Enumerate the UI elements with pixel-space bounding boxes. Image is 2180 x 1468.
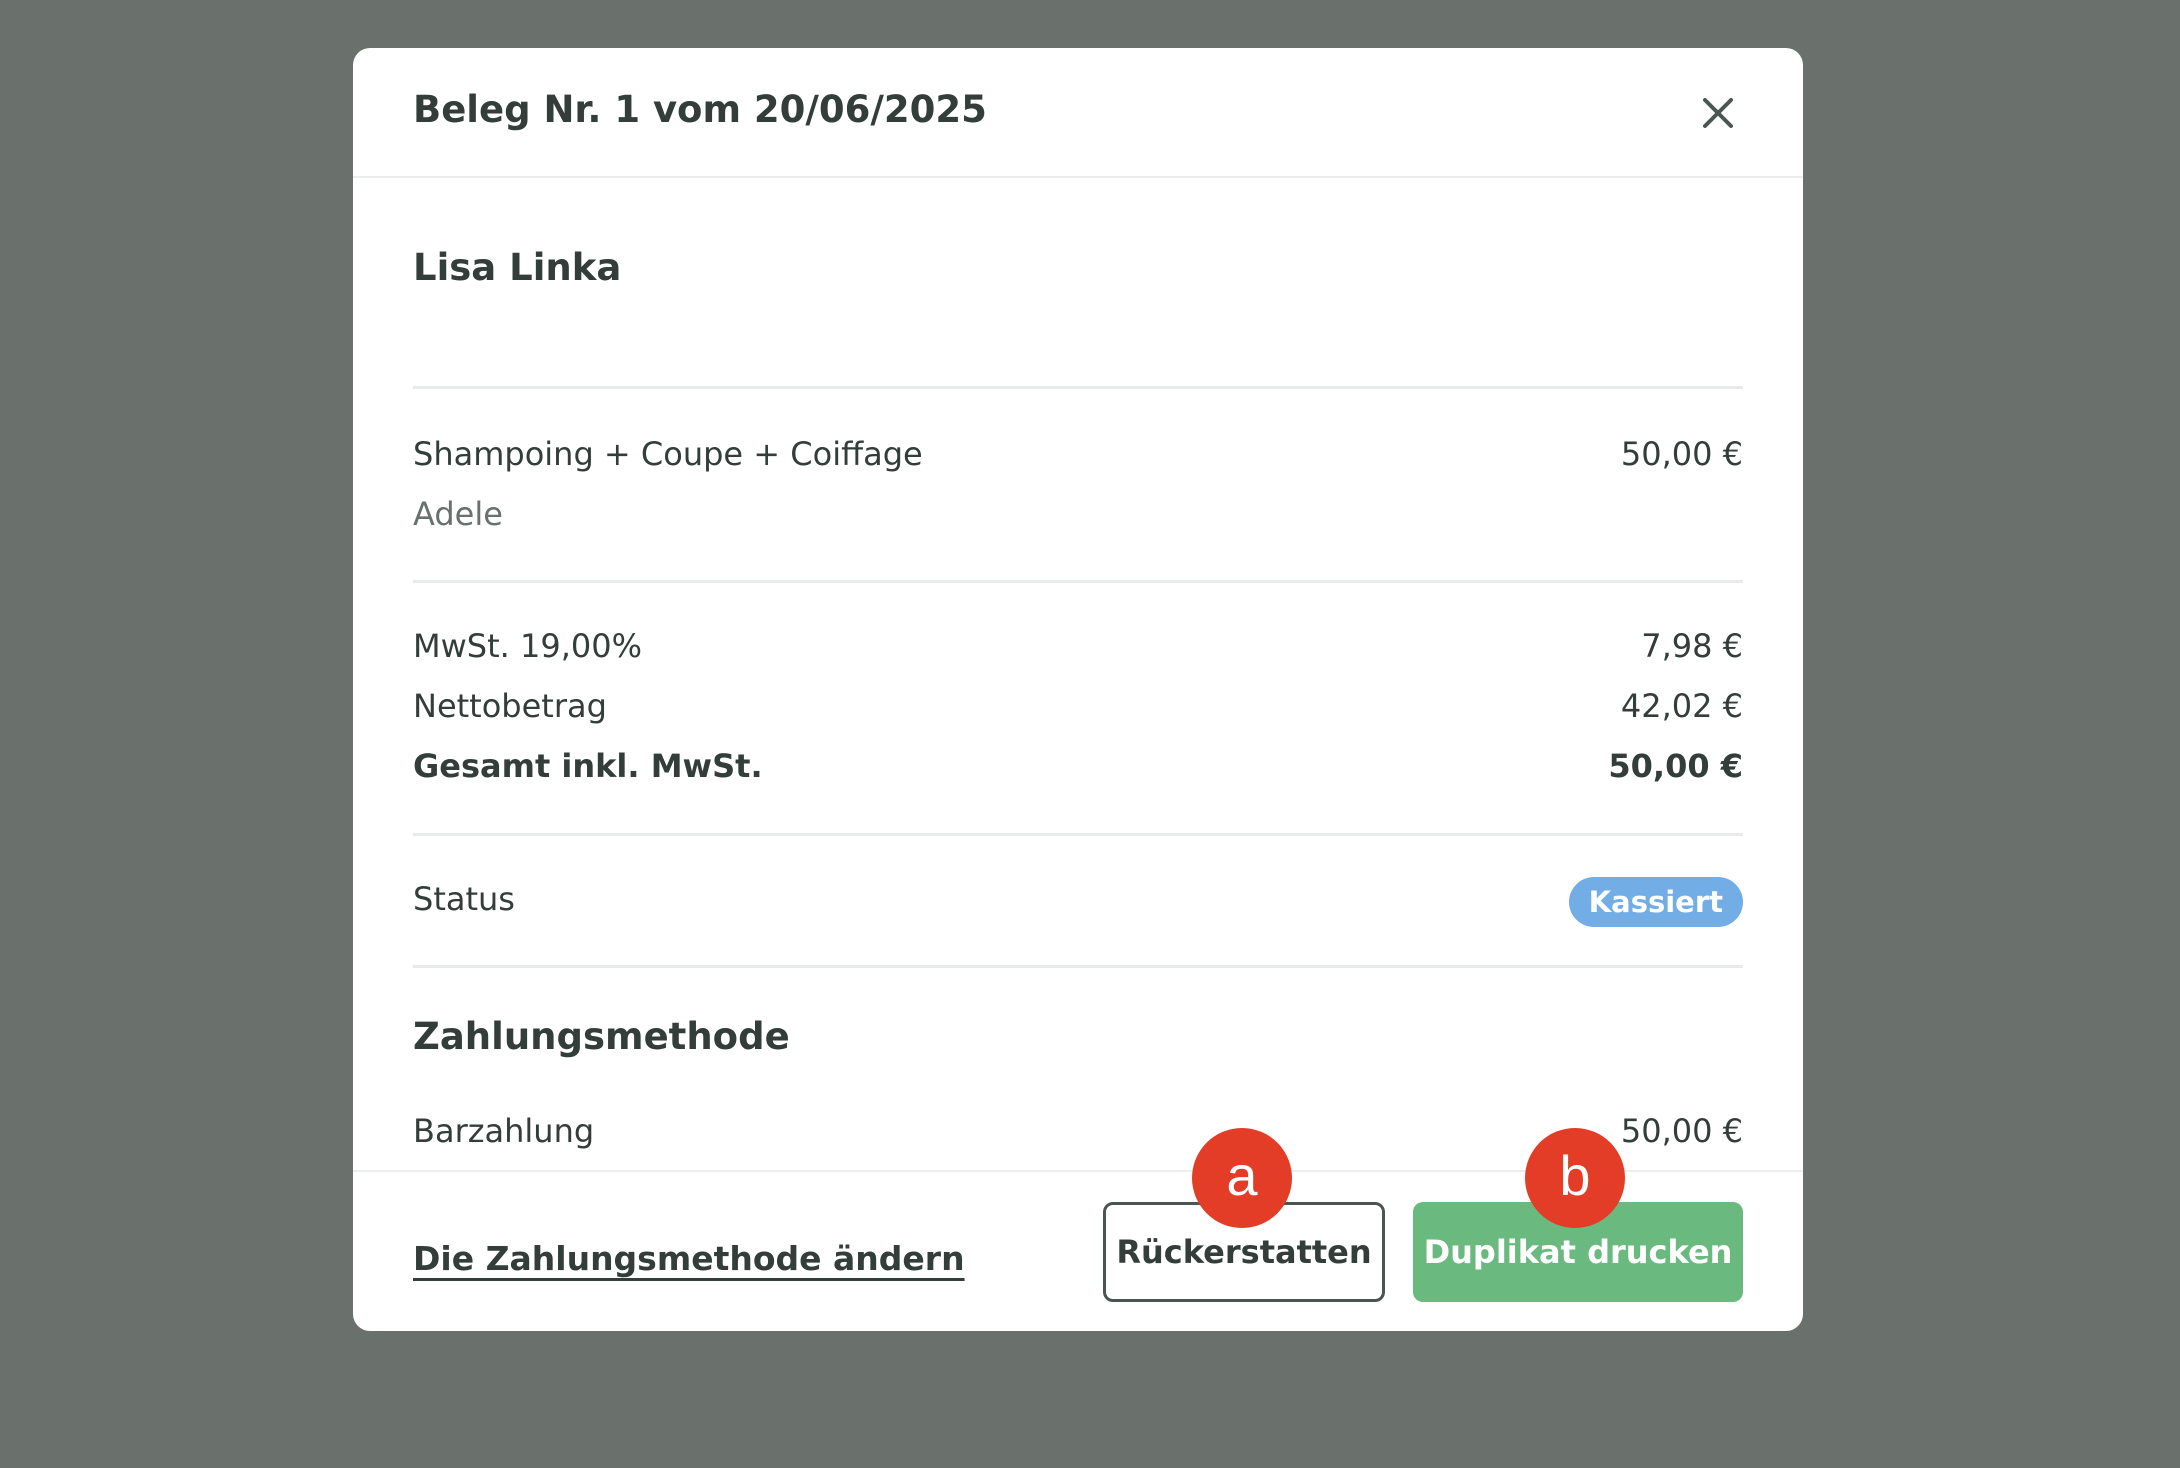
net-label: Nettobetrag xyxy=(413,687,607,725)
service-name: Shampoing + Coupe + Coiffage xyxy=(413,435,923,473)
customer-name: Lisa Linka xyxy=(413,246,622,289)
divider xyxy=(413,580,1743,583)
close-button[interactable] xyxy=(1693,88,1743,138)
change-payment-method-link[interactable]: Die Zahlungsmethode ändern xyxy=(413,1239,965,1278)
gross-value: 50,00 € xyxy=(1608,747,1743,785)
divider xyxy=(413,965,1743,968)
service-price: 50,00 € xyxy=(1620,435,1743,473)
dialog-header: Beleg Nr. 1 vom 20/06/2025 xyxy=(353,48,1803,178)
vat-value: 7,98 € xyxy=(1641,627,1743,665)
close-icon xyxy=(1693,88,1743,138)
divider xyxy=(413,833,1743,836)
dialog-title: Beleg Nr. 1 vom 20/06/2025 xyxy=(413,88,987,131)
payment-method: Barzahlung xyxy=(413,1112,595,1150)
gross-label: Gesamt inkl. MwSt. xyxy=(413,747,763,785)
vat-label: MwSt. 19,00% xyxy=(413,627,642,665)
divider xyxy=(413,386,1743,389)
annotation-marker-b: b xyxy=(1525,1128,1625,1228)
status-badge: Kassiert xyxy=(1568,877,1743,927)
payment-section-title: Zahlungsmethode xyxy=(413,1015,790,1058)
net-value: 42,02 € xyxy=(1620,687,1743,725)
payment-amount: 50,00 € xyxy=(1620,1112,1743,1150)
annotation-marker-a: a xyxy=(1192,1128,1292,1228)
status-label: Status xyxy=(413,880,515,918)
staff-name: Adele xyxy=(413,495,503,533)
